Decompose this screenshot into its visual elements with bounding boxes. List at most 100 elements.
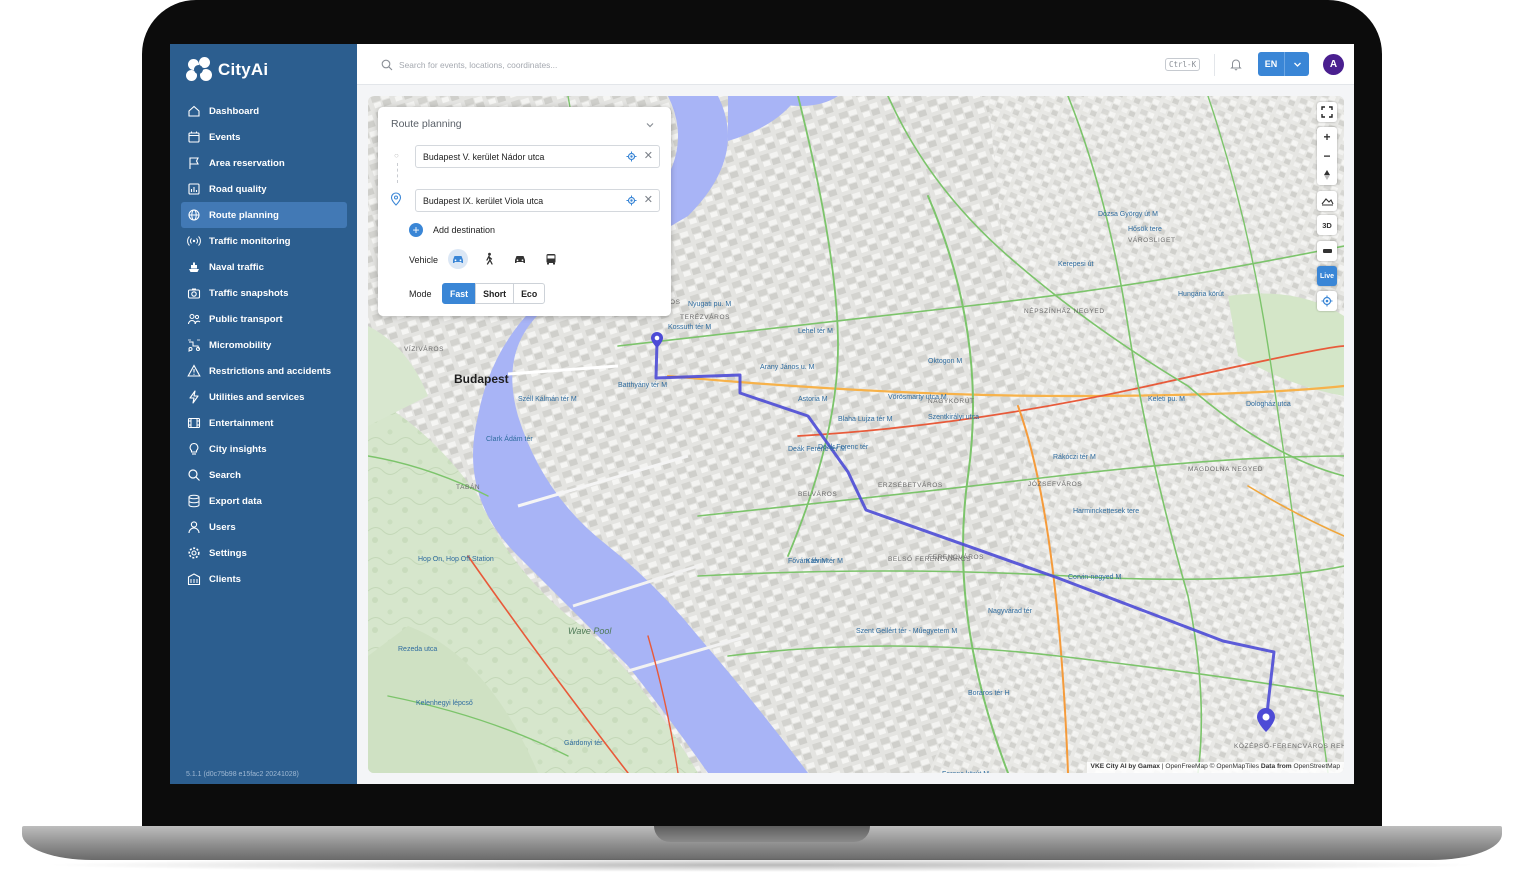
- sidebar-item-clients[interactable]: Clients: [181, 566, 347, 592]
- locate-destination-icon[interactable]: [626, 195, 637, 206]
- terrain-button[interactable]: [1317, 191, 1337, 211]
- search-bar[interactable]: [381, 55, 801, 75]
- sidebar-item-road-quality[interactable]: Road quality: [181, 176, 347, 202]
- taxi-option[interactable]: [510, 249, 530, 269]
- language-selector[interactable]: EN: [1258, 52, 1309, 76]
- sidebar-item-city-insights[interactable]: City insights: [181, 436, 347, 462]
- 3d-toggle-button[interactable]: 3D: [1317, 215, 1337, 235]
- map-poi-label[interactable]: Lehel tér M: [798, 328, 833, 335]
- walk-option[interactable]: [479, 249, 499, 269]
- logo[interactable]: CityAi: [186, 56, 268, 84]
- map-poi-label[interactable]: Oktogon M: [928, 358, 962, 365]
- add-destination-button[interactable]: + Add destination: [409, 223, 495, 237]
- bell-icon[interactable]: [1229, 57, 1243, 71]
- sidebar-item-label: City insights: [209, 443, 267, 455]
- locate-origin-icon[interactable]: [626, 151, 637, 162]
- map-poi-label[interactable]: Kossuth tér M: [668, 324, 711, 331]
- map-poi-label[interactable]: Blaha Lujza tér M: [838, 416, 892, 423]
- sidebar-item-settings[interactable]: Settings: [181, 540, 347, 566]
- locate-button[interactable]: [1317, 291, 1337, 311]
- map-poi-label[interactable]: Fővám tér M: [788, 558, 827, 565]
- map-poi-label[interactable]: Clark Ádám tér: [486, 436, 533, 443]
- terrain-icon: [1321, 198, 1333, 206]
- map-poi-label[interactable]: Rezeda utca: [398, 646, 437, 653]
- clear-destination-icon[interactable]: ✕: [644, 193, 653, 206]
- fullscreen-button[interactable]: [1317, 102, 1337, 122]
- map-poi-label[interactable]: Deák Ferenc tér: [818, 444, 868, 451]
- sidebar-item-users[interactable]: Users: [181, 514, 347, 540]
- clear-origin-icon[interactable]: ✕: [644, 149, 653, 162]
- map-poi-label[interactable]: Kerepesi út: [1058, 261, 1093, 268]
- map-poi-label[interactable]: Hősök tere: [1128, 226, 1162, 233]
- map-poi-label[interactable]: Dologház utca: [1246, 401, 1291, 408]
- origin-dot-icon: ○: [394, 151, 399, 160]
- map-poi-label[interactable]: Ferenc körút M: [942, 771, 989, 773]
- map-poi-label[interactable]: Keleti pu. M: [1148, 396, 1185, 403]
- sidebar-item-traffic-snapshots[interactable]: Traffic snapshots: [181, 280, 347, 306]
- map-poi-label[interactable]: Corvin-negyed M: [1068, 574, 1121, 581]
- globe-icon: [187, 208, 201, 222]
- sidebar-item-traffic-monitoring[interactable]: Traffic monitoring: [181, 228, 347, 254]
- sidebar-item-micromobility[interactable]: Micromobility: [181, 332, 347, 358]
- sidebar-item-dashboard[interactable]: Dashboard: [181, 98, 347, 124]
- laptop-notch: [654, 826, 870, 842]
- zoom-in-button[interactable]: +: [1317, 127, 1337, 146]
- map-poi-label[interactable]: Széll Kálmán tér M: [518, 396, 577, 403]
- map-poi-label[interactable]: Nagyvárad tér: [988, 608, 1032, 615]
- map-poi-label[interactable]: Harminckettesek tere: [1073, 508, 1139, 515]
- attribution-osm-link[interactable]: OpenStreetMap: [1292, 763, 1340, 770]
- map-poi-label[interactable]: Gárdonyi tér: [564, 740, 603, 747]
- sidebar-item-route-planning[interactable]: Route planning: [181, 202, 347, 228]
- sidebar-item-events[interactable]: Events: [181, 124, 347, 150]
- shortcut-hint: Ctrl-K: [1165, 58, 1201, 71]
- map-poi-label[interactable]: Astoria M: [798, 396, 828, 403]
- map-poi-label[interactable]: Szentkirályi utca: [928, 414, 979, 421]
- user-avatar[interactable]: A: [1323, 54, 1344, 75]
- origin-field[interactable]: Budapest V. kerület Nádor utca ✕: [415, 145, 660, 168]
- attribution-tiles[interactable]: | OpenFreeMap © OpenMapTiles: [1160, 763, 1261, 770]
- walk-icon: [486, 252, 493, 265]
- sidebar-item-label: Users: [209, 521, 236, 533]
- map-poi-label[interactable]: Dózsa György út M: [1098, 211, 1158, 218]
- language-dropdown[interactable]: [1284, 52, 1309, 76]
- add-destination-label: Add destination: [433, 225, 496, 235]
- sidebar-item-label: Route planning: [209, 209, 279, 221]
- zoom-out-button[interactable]: −: [1317, 146, 1337, 165]
- car-option[interactable]: [448, 249, 468, 269]
- map-poi-label[interactable]: Hop On, Hop Off Station: [418, 556, 494, 563]
- bus-option[interactable]: [541, 249, 561, 269]
- sidebar-item-naval-traffic[interactable]: Naval traffic: [181, 254, 347, 280]
- map-poi-label[interactable]: Boráros tér H: [968, 690, 1010, 697]
- map-poi-label[interactable]: Hungária körút: [1178, 291, 1224, 298]
- sidebar-item-entertainment[interactable]: Entertainment: [181, 410, 347, 436]
- sidebar-item-export-data[interactable]: Export data: [181, 488, 347, 514]
- destination-field[interactable]: Budapest IX. kerület Viola utca ✕: [415, 189, 660, 212]
- layers-button[interactable]: [1317, 241, 1337, 261]
- mode-short-button[interactable]: Short: [475, 283, 515, 304]
- map-poi-label[interactable]: Arany János u. M: [760, 364, 814, 371]
- mode-eco-button[interactable]: Eco: [513, 283, 546, 304]
- sidebar-item-utilities-and-services[interactable]: Utilities and services: [181, 384, 347, 410]
- calendar-icon: [187, 130, 201, 144]
- language-button[interactable]: EN: [1258, 52, 1284, 76]
- sidebar-item-label: Events: [209, 131, 241, 143]
- sidebar-item-area-reservation[interactable]: Area reservation: [181, 150, 347, 176]
- building-icon: [187, 572, 201, 586]
- live-button[interactable]: Live: [1317, 266, 1337, 286]
- map-poi-label[interactable]: Rákóczi tér M: [1053, 454, 1096, 461]
- map-poi-label[interactable]: Szent Gellért tér - Műegyetem M: [856, 628, 957, 635]
- mode-fast-button[interactable]: Fast: [442, 283, 477, 304]
- map-poi-label[interactable]: Kelenhegyi lépcső: [416, 700, 473, 707]
- app-screen: CityAi Dashboard Events Area reservation Ro…: [170, 44, 1354, 784]
- compass-button[interactable]: [1317, 165, 1337, 184]
- collapse-chevron-icon[interactable]: [645, 120, 655, 130]
- destination-value: Budapest IX. kerület Viola utca: [423, 195, 544, 206]
- sidebar-item-search[interactable]: Search: [181, 462, 347, 488]
- map-poi-label[interactable]: Batthyány tér M: [618, 382, 667, 389]
- panel-title: Route planning: [391, 118, 462, 130]
- search-input[interactable]: [399, 60, 779, 70]
- map-poi-label[interactable]: Nyugati pu. M: [688, 301, 731, 308]
- map-poi-label[interactable]: Wave Pool: [568, 626, 611, 636]
- sidebar-item-public-transport[interactable]: Public transport: [181, 306, 347, 332]
- sidebar-item-restrictions-and-accidents[interactable]: Restrictions and accidents: [181, 358, 347, 384]
